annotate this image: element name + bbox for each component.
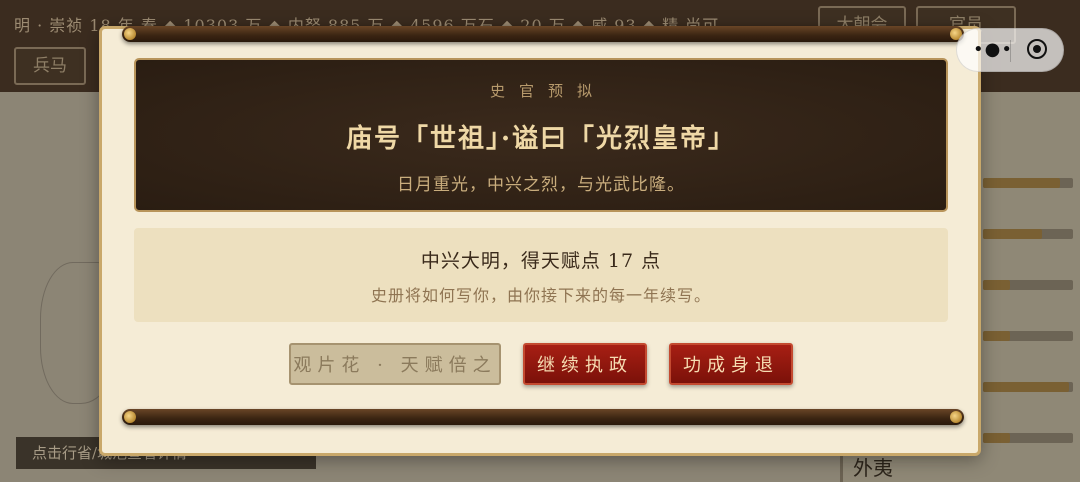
capsule-divider [1010,40,1011,62]
stat-bar [983,433,1073,443]
scroll-rod-top [122,26,964,42]
stat-bar [983,382,1073,392]
continue-reign-button[interactable]: 继续执政 [523,343,647,385]
target-circle-icon[interactable] [1027,39,1047,59]
temple-name-title: 庙号「世祖」·谥曰「光烈皇帝」 [345,124,737,154]
stat-bar [983,229,1073,239]
verdict-header: 史官预拟 [489,82,606,100]
more-dots-icon[interactable]: •●• [973,41,1013,59]
ending-scroll-modal: 史官预拟 庙号「世祖」·谥曰「光烈皇帝」 日月重光，中兴之烈，与光武比隆。 中兴… [99,26,981,456]
scroll-rod-bottom [122,409,964,425]
miniprogram-capsule: •●• [956,28,1064,72]
stat-bar [983,178,1073,188]
retire-button[interactable]: 功成身退 [669,343,793,385]
rod-knob-icon [950,411,962,423]
stat-bar [983,280,1073,290]
reward-sub-text: 史册将如何写你，由你接下来的每一年续写。 [370,286,711,305]
verdict-subtitle: 日月重光，中兴之烈，与光武比隆。 [397,175,685,195]
rod-knob-icon [124,411,136,423]
reward-main-text: 中兴大明，得天赋点 17 点 [420,250,662,272]
watch-ad-double-button[interactable]: 观片花 · 天赋倍之 [289,343,501,385]
talent-reward-panel: 中兴大明，得天赋点 17 点 史册将如何写你，由你接下来的每一年续写。 [134,228,948,322]
troops-tab-button[interactable]: 兵马 [14,47,86,85]
region-label-waiyi: 外夷 [853,456,893,480]
rod-knob-icon [124,28,136,40]
stat-bar [983,331,1073,341]
historian-verdict-panel: 史官预拟 庙号「世祖」·谥曰「光烈皇帝」 日月重光，中兴之烈，与光武比隆。 [134,58,948,212]
